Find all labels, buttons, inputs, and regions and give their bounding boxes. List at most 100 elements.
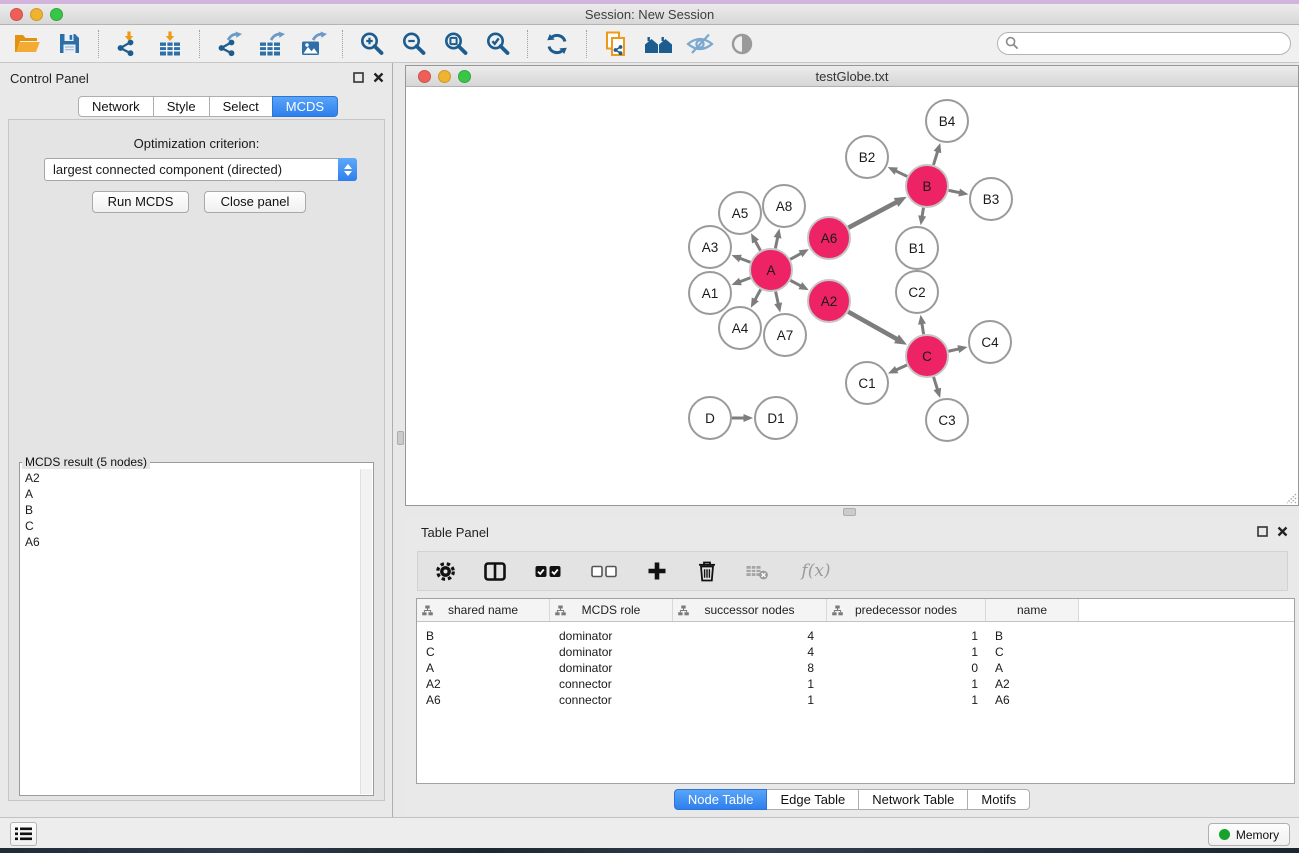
column-header-mcds-role[interactable]: MCDS role bbox=[550, 599, 673, 621]
graph-node-C3[interactable]: C3 bbox=[926, 399, 968, 441]
graph-edge-B-B3[interactable] bbox=[949, 190, 961, 192]
import-network-button[interactable] bbox=[107, 27, 149, 61]
tab-mcds[interactable]: MCDS bbox=[272, 96, 338, 117]
graph-node-B1[interactable]: B1 bbox=[896, 227, 938, 269]
resize-grip-icon[interactable] bbox=[1283, 490, 1297, 504]
table-row[interactable]: A2connector11A2 bbox=[417, 676, 1294, 692]
graph-edge-A-A7[interactable] bbox=[776, 292, 779, 305]
graph-edge-B-B1[interactable] bbox=[922, 208, 923, 217]
float-table-panel-icon[interactable] bbox=[1257, 526, 1268, 537]
tab-select[interactable]: Select bbox=[209, 96, 273, 117]
graph-edge-A-A8[interactable] bbox=[775, 237, 777, 249]
column-header-successor-nodes[interactable]: successor nodes bbox=[673, 599, 827, 621]
export-image-button[interactable] bbox=[292, 27, 334, 61]
graph-edge-A2-C[interactable] bbox=[848, 312, 897, 340]
column-header-shared-name[interactable]: shared name bbox=[417, 599, 550, 621]
export-table-button[interactable] bbox=[250, 27, 292, 61]
mcds-result-item[interactable]: C bbox=[21, 518, 360, 534]
graph-edge-C-C2[interactable] bbox=[922, 323, 924, 334]
memory-button[interactable]: Memory bbox=[1208, 823, 1290, 846]
zoom-selected-button[interactable] bbox=[477, 27, 519, 61]
tab-network-table[interactable]: Network Table bbox=[858, 789, 968, 810]
table-splitter-handle[interactable] bbox=[843, 508, 856, 516]
tab-edge-table[interactable]: Edge Table bbox=[766, 789, 859, 810]
network-canvas[interactable]: A A1 A2 A3 A4 A5 A6 A7 A8 B B1 B2 B3B4 C C1 C2 C3C4 D D1 bbox=[406, 88, 1298, 505]
open-session-button[interactable] bbox=[6, 27, 48, 61]
graph-node-C2[interactable]: C2 bbox=[896, 271, 938, 313]
export-network-button[interactable] bbox=[208, 27, 250, 61]
graph-node-B2[interactable]: B2 bbox=[846, 136, 888, 178]
graph-edge-A-A1[interactable] bbox=[739, 278, 750, 282]
zoom-in-button[interactable] bbox=[351, 27, 393, 61]
task-history-button[interactable] bbox=[10, 822, 37, 846]
graph-edge-A-A2[interactable] bbox=[790, 280, 801, 286]
graph-edge-A-A5[interactable] bbox=[755, 241, 760, 251]
float-panel-icon[interactable] bbox=[353, 72, 364, 83]
new-network-from-selection-button[interactable] bbox=[595, 27, 637, 61]
show-columns-button[interactable] bbox=[482, 557, 508, 585]
delete-entry-button[interactable] bbox=[694, 557, 720, 585]
graph-node-D[interactable]: D bbox=[689, 397, 731, 439]
graph-node-A5[interactable]: A5 bbox=[719, 192, 761, 234]
graph-node-A2[interactable]: A2 bbox=[808, 280, 850, 322]
graph-edge-A-A6[interactable] bbox=[790, 253, 801, 259]
select-all-button[interactable] bbox=[532, 557, 564, 585]
column-header-predecessor-nodes[interactable]: predecessor nodes bbox=[827, 599, 986, 621]
graph-node-C[interactable]: C bbox=[906, 335, 948, 377]
run-mcds-button[interactable]: Run MCDS bbox=[92, 191, 189, 213]
tab-motifs[interactable]: Motifs bbox=[967, 789, 1030, 810]
graph-edge-C-C1[interactable] bbox=[896, 365, 907, 370]
column-header-name[interactable]: name bbox=[986, 599, 1079, 621]
table-row[interactable]: Bdominator41B bbox=[417, 628, 1294, 644]
close-table-panel-icon[interactable] bbox=[1277, 526, 1288, 537]
table-settings-button[interactable] bbox=[432, 557, 458, 585]
zoom-out-button[interactable] bbox=[393, 27, 435, 61]
deselect-all-button[interactable] bbox=[588, 557, 620, 585]
graph-node-A6[interactable]: A6 bbox=[808, 217, 850, 259]
mcds-result-item[interactable]: A6 bbox=[21, 534, 360, 550]
graph-node-D1[interactable]: D1 bbox=[755, 397, 797, 439]
import-table-button[interactable] bbox=[149, 27, 191, 61]
graph-node-B4[interactable]: B4 bbox=[926, 100, 968, 142]
close-panel-icon[interactable] bbox=[373, 72, 384, 83]
mcds-result-item[interactable]: B bbox=[21, 502, 360, 518]
add-entry-button[interactable] bbox=[644, 557, 670, 585]
graph-node-A7[interactable]: A7 bbox=[764, 314, 806, 356]
graph-edge-A-A3[interactable] bbox=[739, 258, 750, 262]
table-row[interactable]: A6connector11A6 bbox=[417, 692, 1294, 708]
table-row[interactable]: Adominator80A bbox=[417, 660, 1294, 676]
graph-node-A8[interactable]: A8 bbox=[763, 185, 805, 227]
refresh-layout-button[interactable] bbox=[536, 27, 578, 61]
graph-node-B[interactable]: B bbox=[906, 165, 948, 207]
close-panel-button[interactable]: Close panel bbox=[204, 191, 306, 213]
graph-edge-C-C3[interactable] bbox=[934, 377, 938, 390]
optimization-criterion-select[interactable]: largest connected component (directed) bbox=[44, 158, 357, 181]
hide-graphics-details-button[interactable] bbox=[679, 27, 721, 61]
graph-edge-A6-B[interactable] bbox=[848, 202, 897, 228]
panel-splitter-handle[interactable] bbox=[397, 431, 404, 445]
graph-node-A1[interactable]: A1 bbox=[689, 272, 731, 314]
save-session-button[interactable] bbox=[48, 27, 90, 61]
mcds-result-item[interactable]: A2 bbox=[21, 470, 360, 486]
graph-edge-B-B2[interactable] bbox=[895, 171, 907, 177]
mcds-result-item[interactable]: A bbox=[21, 486, 360, 502]
graph-edge-B-B4[interactable] bbox=[933, 151, 937, 165]
tab-node-table[interactable]: Node Table bbox=[674, 789, 768, 810]
graph-node-A[interactable]: A bbox=[750, 249, 792, 291]
graph-edge-C-C4[interactable] bbox=[948, 349, 959, 351]
graph-node-A3[interactable]: A3 bbox=[689, 226, 731, 268]
show-graphics-details-button[interactable] bbox=[721, 27, 763, 61]
graph-node-B3[interactable]: B3 bbox=[970, 178, 1012, 220]
first-neighbors-button[interactable] bbox=[637, 27, 679, 61]
graph-node-C1[interactable]: C1 bbox=[846, 362, 888, 404]
delete-table-button[interactable] bbox=[744, 557, 770, 585]
table-row[interactable]: Cdominator41C bbox=[417, 644, 1294, 660]
graph-node-C4[interactable]: C4 bbox=[969, 321, 1011, 363]
tab-network[interactable]: Network bbox=[78, 96, 154, 117]
graph-edge-A-A4[interactable] bbox=[755, 289, 761, 300]
zoom-fit-button[interactable] bbox=[435, 27, 477, 61]
tab-style[interactable]: Style bbox=[153, 96, 210, 117]
graph-node-A4[interactable]: A4 bbox=[719, 307, 761, 349]
mcds-list-scrollbar[interactable] bbox=[360, 469, 372, 794]
search-input[interactable] bbox=[997, 32, 1291, 55]
